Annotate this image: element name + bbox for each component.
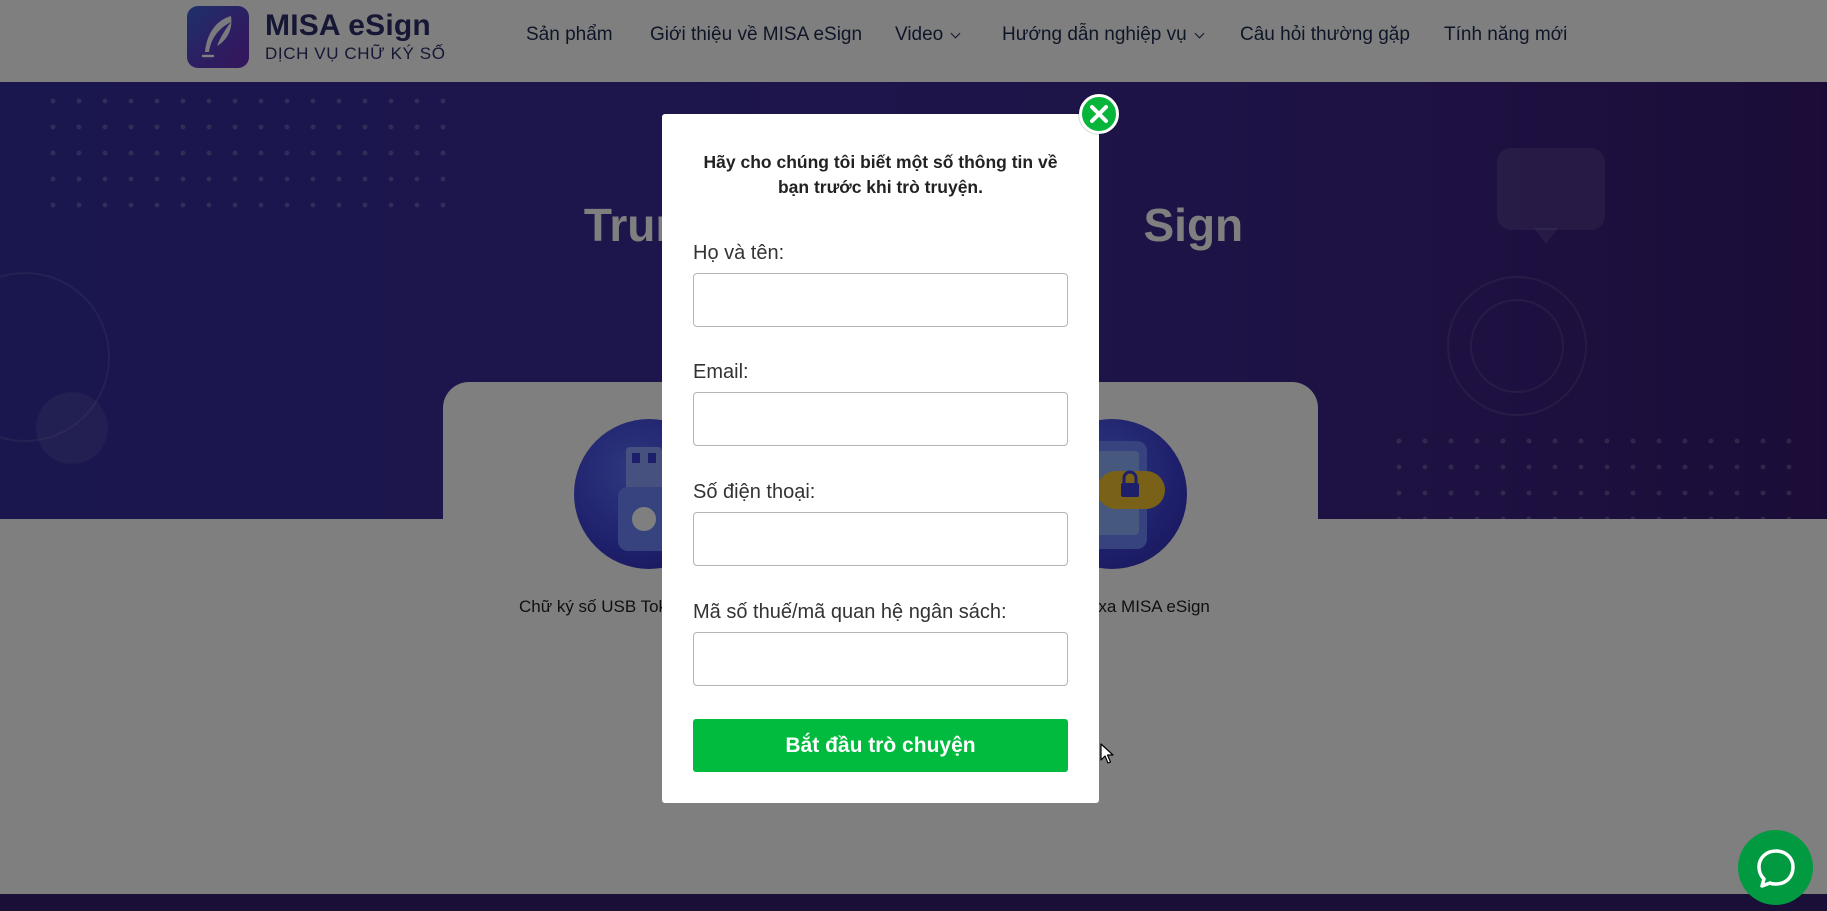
full-name-label: Họ và tên: <box>693 242 785 264</box>
tax-code-label: Mã số thuế/mã quan hệ ngân sách: <box>693 601 1007 623</box>
chat-widget-button[interactable] <box>1738 830 1813 905</box>
tax-code-input[interactable] <box>693 632 1068 686</box>
chat-bubble-icon <box>1756 848 1795 888</box>
email-input[interactable] <box>693 392 1068 446</box>
modal-intro-text: Hãy cho chúng tôi biết một số thông tin … <box>703 152 1058 197</box>
pre-chat-form-modal: Hãy cho chúng tôi biết một số thông tin … <box>662 114 1099 803</box>
email-label: Email: <box>693 361 749 383</box>
start-chat-button[interactable]: Bắt đầu trò chuyện <box>693 719 1068 772</box>
close-modal-button[interactable] <box>1079 94 1119 134</box>
full-name-input[interactable] <box>693 273 1068 327</box>
phone-label: Số điện thoại: <box>693 481 816 503</box>
phone-input[interactable] <box>693 512 1068 566</box>
mouse-cursor-icon <box>1100 743 1114 764</box>
close-icon <box>1090 105 1108 123</box>
